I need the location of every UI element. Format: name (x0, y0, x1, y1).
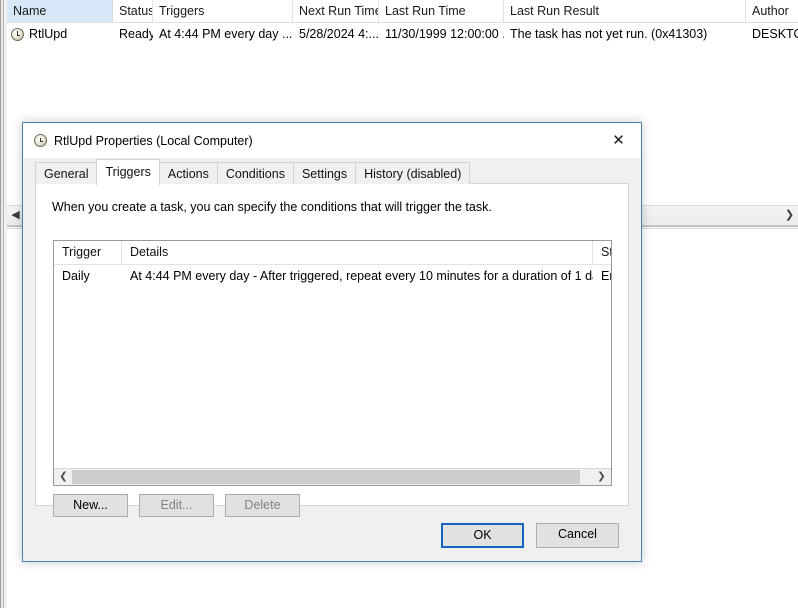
column-header-next-run-time[interactable]: Next Run Time (293, 0, 379, 22)
tab-conditions[interactable]: Conditions (216, 162, 294, 184)
column-header-last-run-result[interactable]: Last Run Result (504, 0, 746, 22)
dialog-title: RtlUpd Properties (Local Computer) (54, 133, 253, 148)
trigger-cell-details: At 4:44 PM every day - After triggered, … (130, 269, 593, 283)
scroll-right-icon[interactable]: ❯ (781, 206, 798, 225)
close-icon[interactable]: ✕ (596, 123, 641, 157)
task-name-label: RtlUpd (29, 27, 68, 41)
trigger-column-header-status[interactable]: Status (593, 241, 611, 264)
cell-status: Ready (119, 27, 153, 41)
list-item[interactable]: Daily At 4:44 PM every day - After trigge… (54, 265, 611, 287)
task-table-header-row: Name Status Triggers Next Run Time Last Run … (7, 0, 798, 23)
clock-icon (11, 27, 24, 41)
ok-button[interactable]: OK (441, 523, 524, 548)
left-rail-divider (0, 0, 7, 608)
tab-history-disabled[interactable]: History (disabled) (355, 162, 471, 184)
delete-button: Delete (225, 494, 300, 517)
column-header-triggers[interactable]: Triggers (153, 0, 293, 22)
triggers-list-header: TriggerDetailsStatus (54, 241, 611, 265)
task-properties-dialog: RtlUpd Properties (Local Computer) ✕ Gen… (22, 122, 642, 562)
column-header-name[interactable]: Name (7, 0, 113, 22)
new-button[interactable]: New... (53, 494, 128, 517)
column-header-author[interactable]: Author (746, 0, 798, 22)
trigger-column-header-trigger[interactable]: Trigger (54, 241, 122, 264)
trigger-action-buttons: New... Edit... Delete (53, 494, 311, 517)
dialog-title-bar: RtlUpd Properties (Local Computer) ✕ (23, 123, 641, 158)
triggers-list[interactable]: TriggerDetailsStatus Daily At 4:44 PM eve… (53, 240, 612, 486)
cell-last-run-time: 11/30/1999 12:00:00 ... (385, 27, 504, 41)
tab-strip: General Triggers Actions Conditions Settings… (35, 158, 641, 185)
tab-settings[interactable]: Settings (292, 162, 357, 184)
task-list-table: Name Status Triggers Next Run Time Last Run … (7, 0, 798, 45)
table-row[interactable]: RtlUpd Ready At 4:44 PM every day ... 5/28/… (7, 23, 798, 45)
triggers-tab-panel: When you create a task, you can specify … (35, 183, 629, 517)
cell-next-run-time: 5/28/2024 4:... (299, 27, 379, 41)
trigger-column-header-details[interactable]: Details (122, 241, 593, 264)
triggers-horizontal-scrollbar[interactable]: ❮ ❯ (54, 468, 611, 485)
cell-author: DESKTOP (752, 27, 798, 41)
tab-general[interactable]: General (35, 162, 98, 184)
trigger-cell-status: Enabled (601, 269, 611, 283)
tab-actions[interactable]: Actions (158, 162, 218, 184)
clock-icon (34, 134, 47, 147)
scroll-right-icon[interactable]: ❯ (593, 469, 610, 485)
panel-description: When you create a task, you can specify … (52, 200, 492, 214)
scroll-left-icon[interactable]: ❮ (55, 469, 72, 485)
edit-button: Edit... (139, 494, 214, 517)
cell-last-run-result: The task has not yet run. (0x41303) (510, 27, 708, 41)
cell-triggers: At 4:44 PM every day ... (159, 27, 293, 41)
column-header-last-run-time[interactable]: Last Run Time (379, 0, 504, 22)
cancel-button[interactable]: Cancel (536, 523, 619, 548)
column-header-status[interactable]: Status (113, 0, 153, 22)
trigger-cell-trigger: Daily (62, 269, 90, 283)
cell-name: RtlUpd (7, 23, 113, 45)
tab-triggers[interactable]: Triggers (96, 159, 160, 185)
scrollbar-thumb[interactable] (72, 470, 580, 484)
